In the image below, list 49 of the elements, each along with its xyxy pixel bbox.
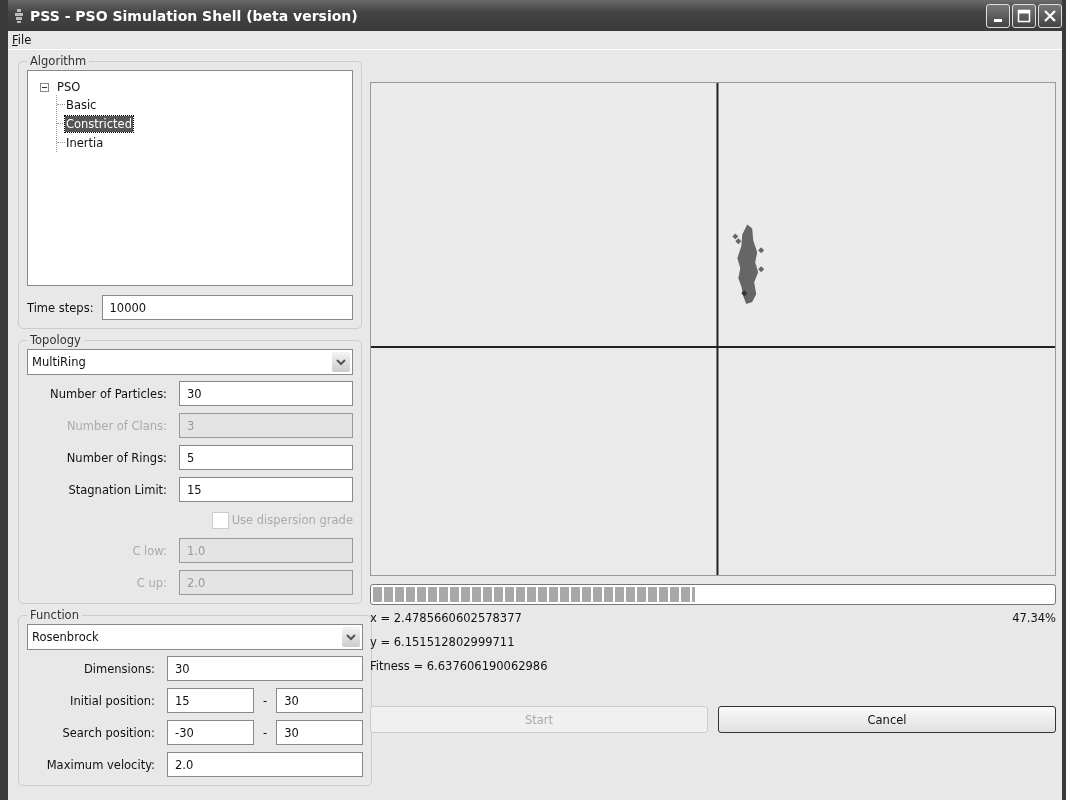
input-field[interactable]: 15 (179, 477, 353, 502)
maximize-icon (1017, 8, 1031, 23)
field-label: Stagnation Limit: (67, 482, 167, 497)
collapse-icon[interactable] (40, 82, 49, 92)
field-label: Search position: (61, 725, 155, 740)
dropdown[interactable]: MultiRing (27, 349, 353, 375)
chevron-down-icon (346, 633, 357, 641)
group-title: Function (29, 608, 80, 622)
close-button[interactable] (1038, 3, 1062, 28)
menu-item[interactable]: File (12, 33, 32, 47)
input-field[interactable]: 30 (276, 688, 364, 713)
input-field[interactable]: 30 (167, 656, 364, 681)
field-label: Time steps: (27, 300, 94, 315)
minimize-icon (994, 18, 1002, 22)
progress-percentage: 47.34% (1012, 610, 1056, 626)
input-field[interactable]: 10000 (101, 295, 353, 320)
input-field[interactable]: 15 (167, 688, 254, 713)
tree-item[interactable]: PSO (56, 79, 82, 95)
readout-text: Fitness = 6.637606190062986 (370, 658, 548, 674)
window-title: PSS - PSO Simulation Shell (beta version) (30, 7, 358, 24)
tree-item[interactable]: Inertia (65, 134, 105, 151)
app-icon (14, 8, 24, 23)
maximize-button[interactable] (1012, 3, 1036, 28)
field-label: C up: (135, 575, 167, 590)
input-field[interactable]: 30 (179, 381, 353, 406)
chevron-down-icon (336, 358, 346, 366)
cancel-button[interactable]: Cancel (718, 706, 1056, 733)
input-field[interactable]: 5 (179, 445, 353, 470)
readout-text: y = 6.151512802999711 (370, 634, 516, 650)
field-label: Number of Rings: (65, 450, 167, 465)
dropdown[interactable]: Rosenbrock (27, 624, 364, 650)
field-label: Initial position: (69, 693, 155, 708)
group-title: Topology (29, 333, 82, 347)
close-icon (1043, 8, 1057, 23)
minimize-button[interactable] (986, 3, 1010, 28)
field-label: Dimensions: (83, 661, 155, 676)
field-label: Number of Particles: (49, 386, 167, 401)
tree-item[interactable]: Basic (65, 96, 98, 113)
range-separator: - (263, 725, 268, 740)
input-field[interactable]: -30 (167, 720, 254, 745)
tree-item[interactable]: Constricted (65, 115, 133, 132)
range-separator: - (263, 693, 268, 708)
field-label: Number of Clans: (65, 418, 167, 433)
input-field[interactable]: 30 (276, 720, 364, 745)
field-label: C low: (131, 543, 167, 558)
readout-text: x = 2.4785660602578377 (370, 610, 523, 626)
group-title: Algorithm (29, 54, 88, 68)
field-label: Maximum velocity: (45, 757, 155, 772)
input-field[interactable]: 2.0 (167, 752, 364, 777)
